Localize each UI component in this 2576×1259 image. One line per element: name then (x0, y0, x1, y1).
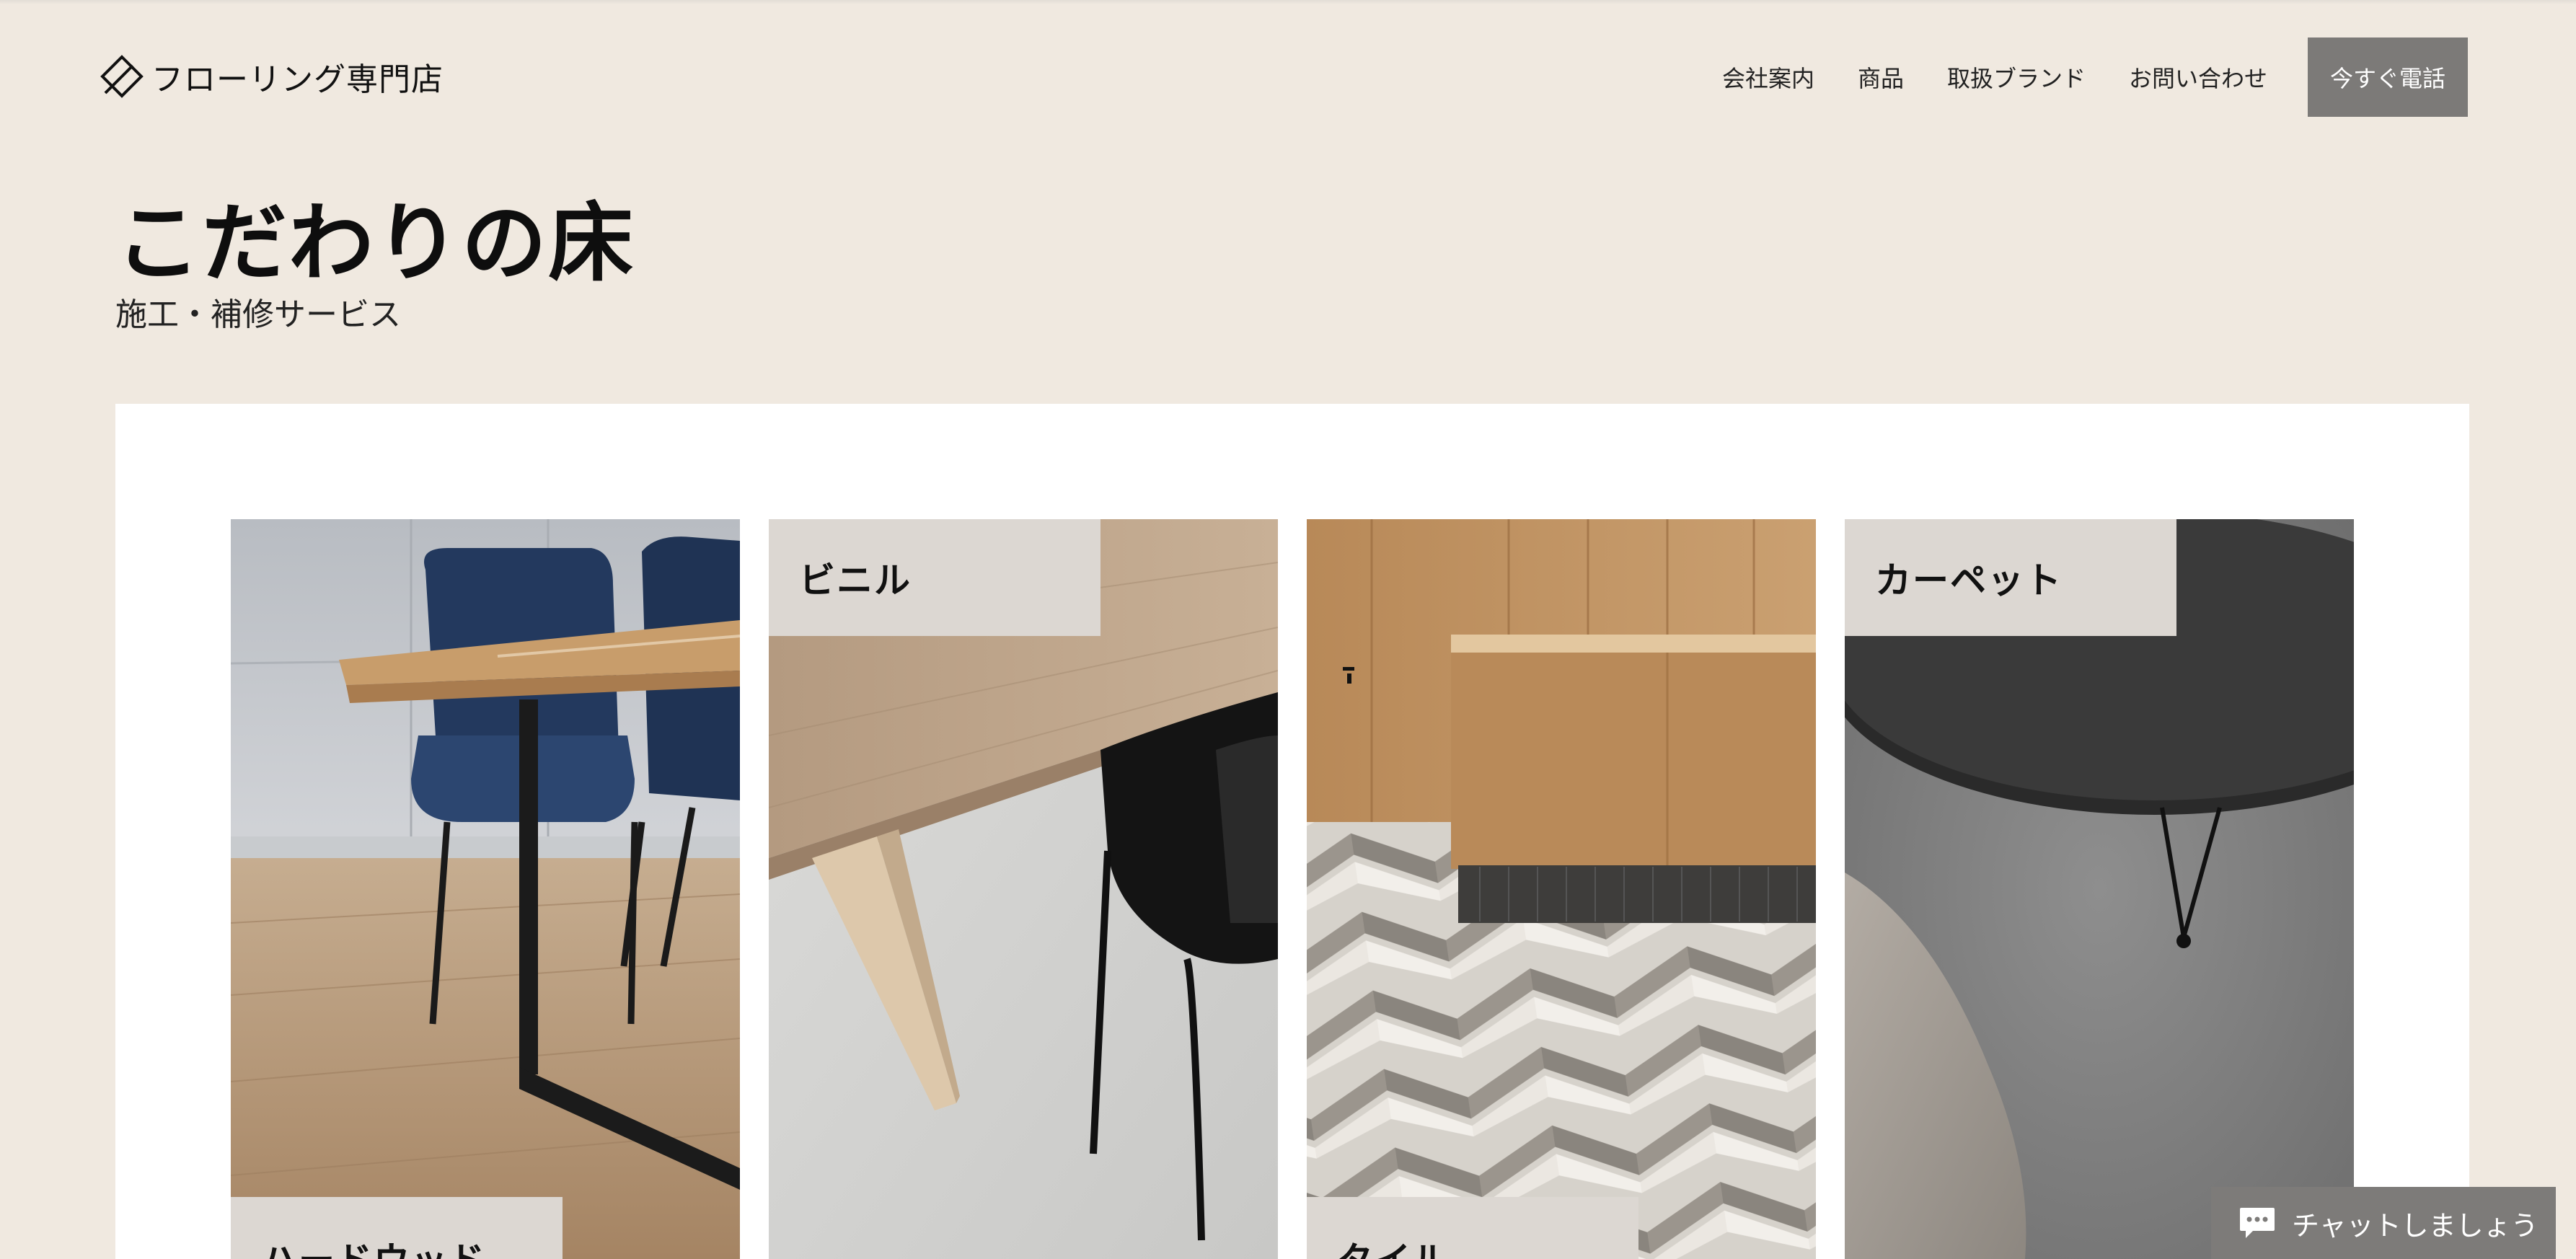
category-label-vinyl: ビニル (769, 519, 1100, 636)
hero-subtitle: 施工・補修サービス (115, 296, 401, 333)
logo[interactable]: フローリング専門店 (100, 55, 444, 98)
chat-label: チャットしましょう (2292, 1209, 2538, 1242)
nav-company[interactable]: 会社案内 (1722, 61, 1814, 94)
category-card-vinyl[interactable]: ビニル (769, 519, 1278, 1259)
category-card-tile[interactable]: タイル (1307, 519, 1816, 1259)
herringbone-tile-floor-image (1307, 519, 1816, 1259)
logo-text: フローリング専門店 (151, 61, 444, 98)
category-card-hardwood[interactable]: ハードウッド (231, 519, 740, 1259)
category-label-carpet: カーペット (1845, 519, 2176, 636)
dining-table-wood-floor-image (231, 519, 740, 1259)
diamond-logo-icon (100, 55, 144, 98)
call-now-button[interactable]: 今すぐ電話 (2308, 37, 2468, 117)
category-label-hardwood: ハードウッド (231, 1197, 563, 1259)
category-card-carpet[interactable]: カーペット (1845, 519, 2354, 1259)
nav-products[interactable]: 商品 (1858, 61, 1904, 94)
chat-widget-button[interactable]: チャットしましょう (2211, 1187, 2556, 1259)
nav-brands[interactable]: 取扱ブランド (1947, 61, 2086, 94)
nav-contact[interactable]: お問い合わせ (2129, 61, 2267, 94)
site-header: フローリング専門店 会社案内 商品 取扱ブランド お問い合わせ 今すぐ電話 (0, 0, 2576, 151)
hero-title: こだわりの床 (115, 193, 635, 293)
category-label-tile: タイル (1307, 1197, 1638, 1259)
chat-bubble-icon (2240, 1208, 2275, 1238)
